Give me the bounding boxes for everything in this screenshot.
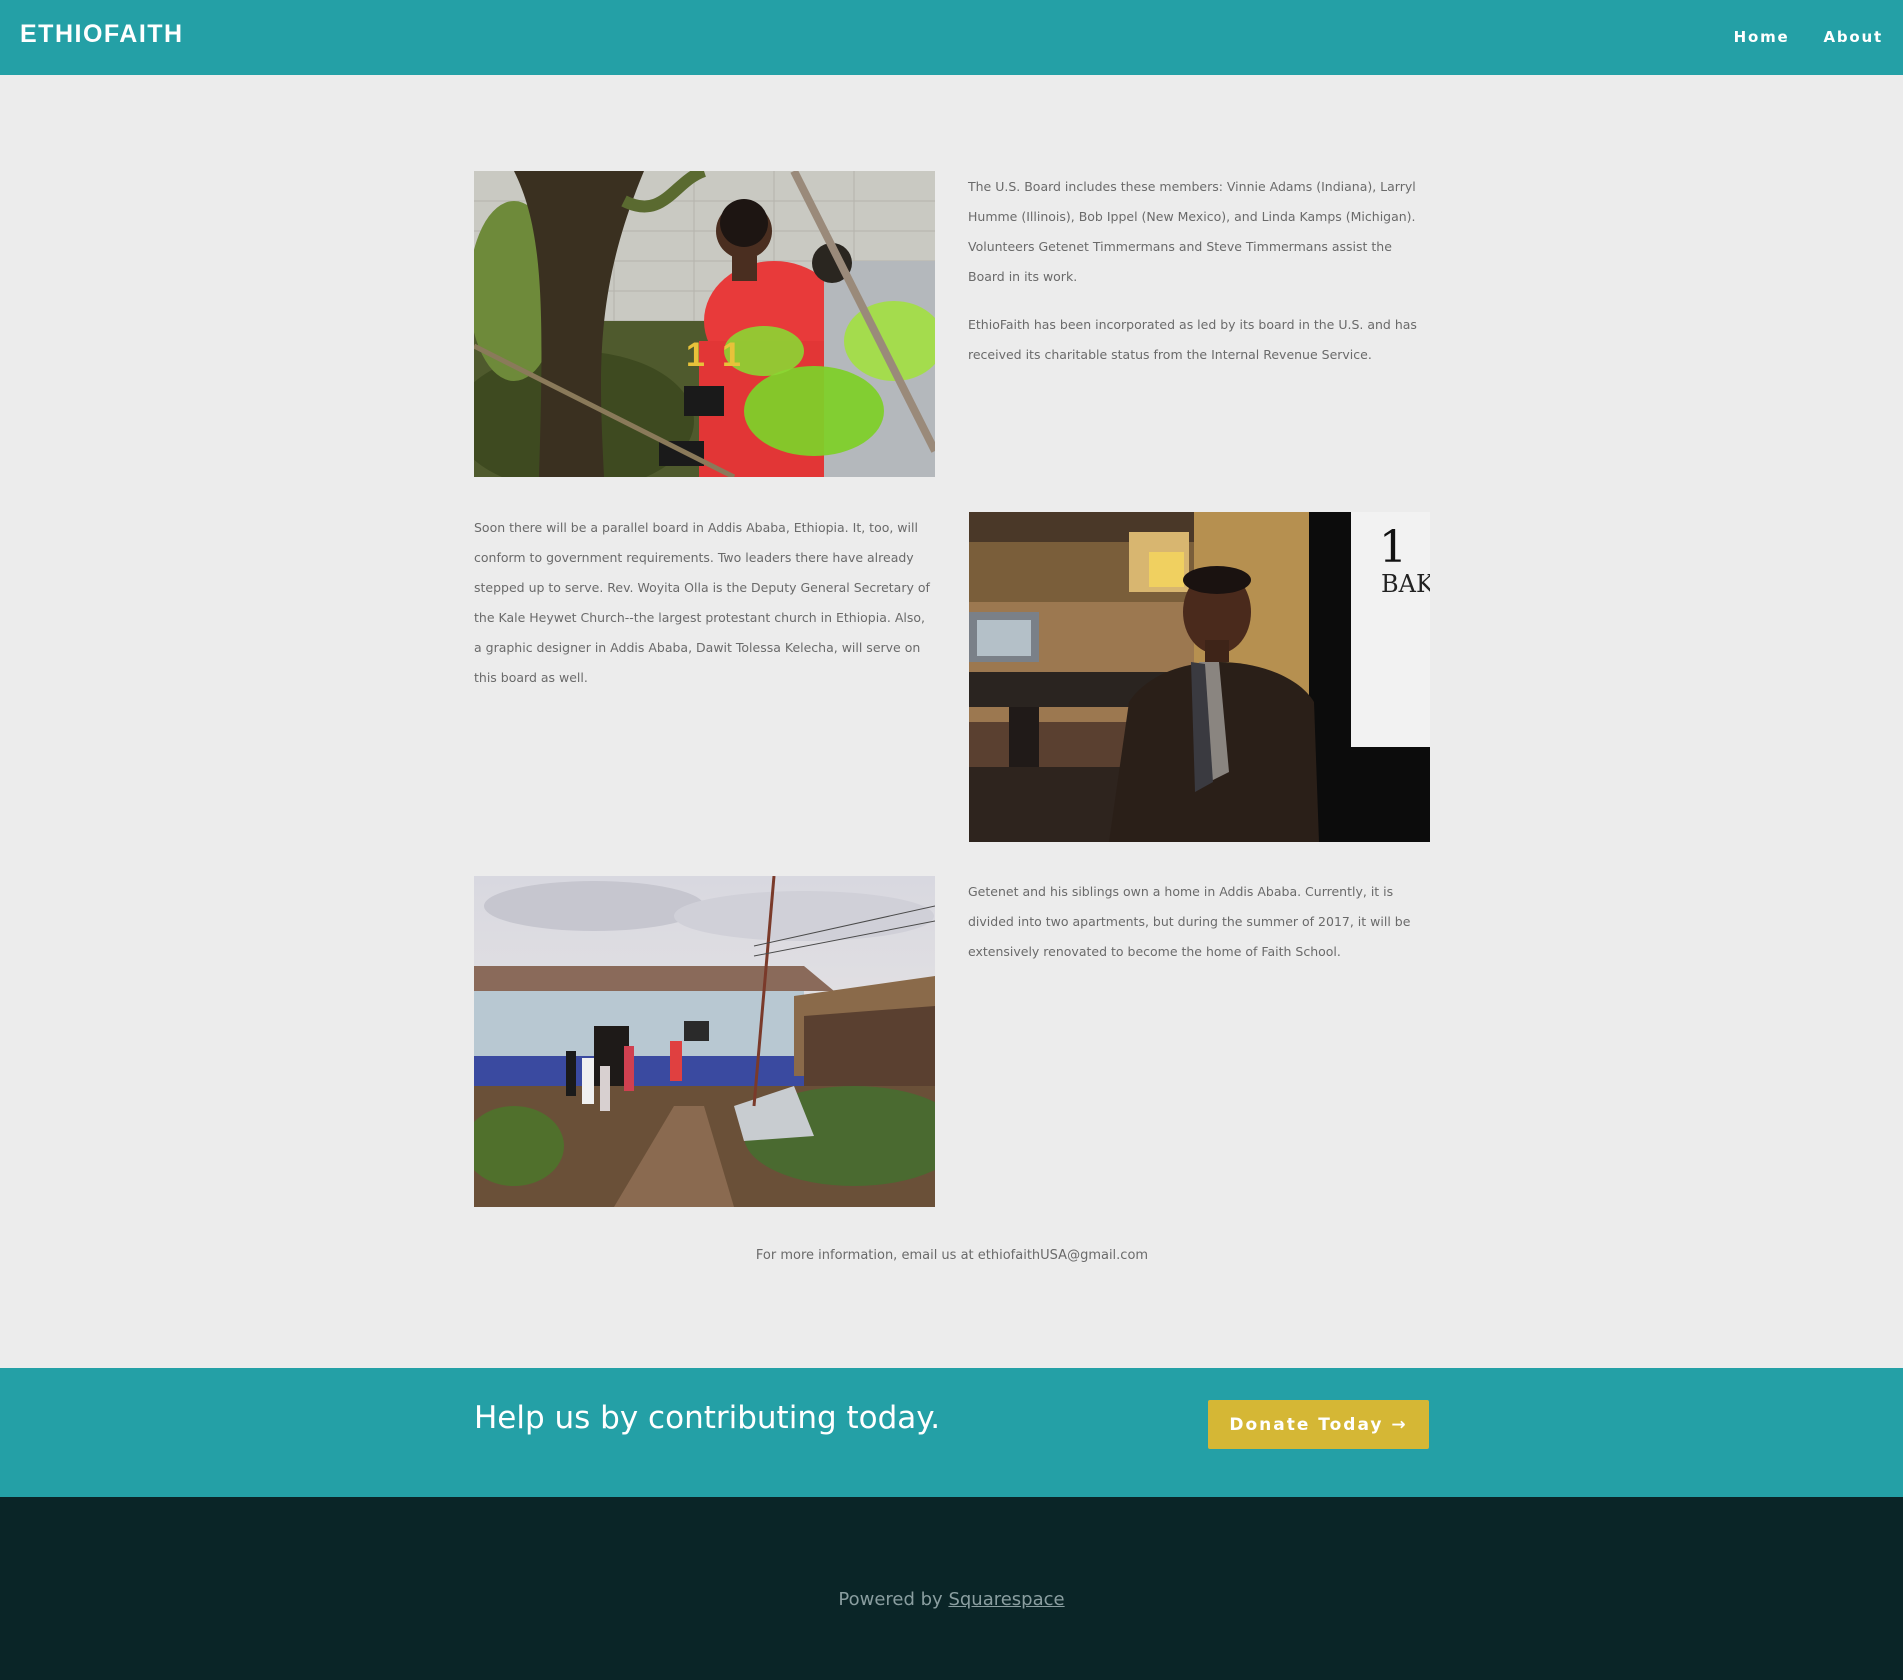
main-nav: Home About: [1734, 28, 1883, 46]
svg-text:1: 1: [686, 336, 705, 374]
donate-band: Help us by contributing today. Donate To…: [0, 1368, 1903, 1497]
home-text: Getenet and his siblings own a home in A…: [968, 877, 1430, 985]
nav-about-link[interactable]: About: [1823, 28, 1883, 46]
powered-by: Powered by Squarespace: [0, 1589, 1903, 1610]
site-header: ETHIOFAITH Home About: [0, 0, 1903, 75]
board-member-photo-image: 1 BAK: [969, 512, 1430, 842]
donate-headline: Help us by contributing today.: [474, 1400, 941, 1436]
powered-by-label: Powered by: [838, 1589, 949, 1610]
svg-text:BAK: BAK: [1381, 570, 1430, 598]
nav-home-link[interactable]: Home: [1734, 28, 1790, 46]
svg-text:1: 1: [1379, 522, 1407, 573]
svg-text:1: 1: [722, 336, 741, 374]
house-photo: [474, 876, 935, 1207]
house-photo-image: [474, 876, 935, 1207]
contact-info: For more information, email us at ethiof…: [755, 1248, 1149, 1263]
volunteers-photo: 1 1: [474, 171, 935, 477]
incorporation-paragraph: EthioFaith has been incorporated as led …: [968, 317, 1417, 362]
board-member-photo: 1 BAK: [969, 512, 1430, 842]
us-board-paragraph: The U.S. Board includes these members: V…: [968, 179, 1416, 284]
site-footer: Powered by Squarespace: [0, 1497, 1903, 1680]
donate-button[interactable]: Donate Today →: [1208, 1400, 1429, 1449]
volunteers-photo-image: 1 1: [474, 171, 935, 477]
us-board-text: The U.S. Board includes these members: V…: [968, 172, 1430, 388]
squarespace-link[interactable]: Squarespace: [948, 1589, 1064, 1610]
site-logo[interactable]: ETHIOFAITH: [20, 20, 184, 49]
ethiopia-board-paragraph: Soon there will be a parallel board in A…: [474, 520, 930, 685]
ethiopia-board-text: Soon there will be a parallel board in A…: [474, 513, 936, 711]
home-paragraph: Getenet and his siblings own a home in A…: [968, 884, 1411, 959]
